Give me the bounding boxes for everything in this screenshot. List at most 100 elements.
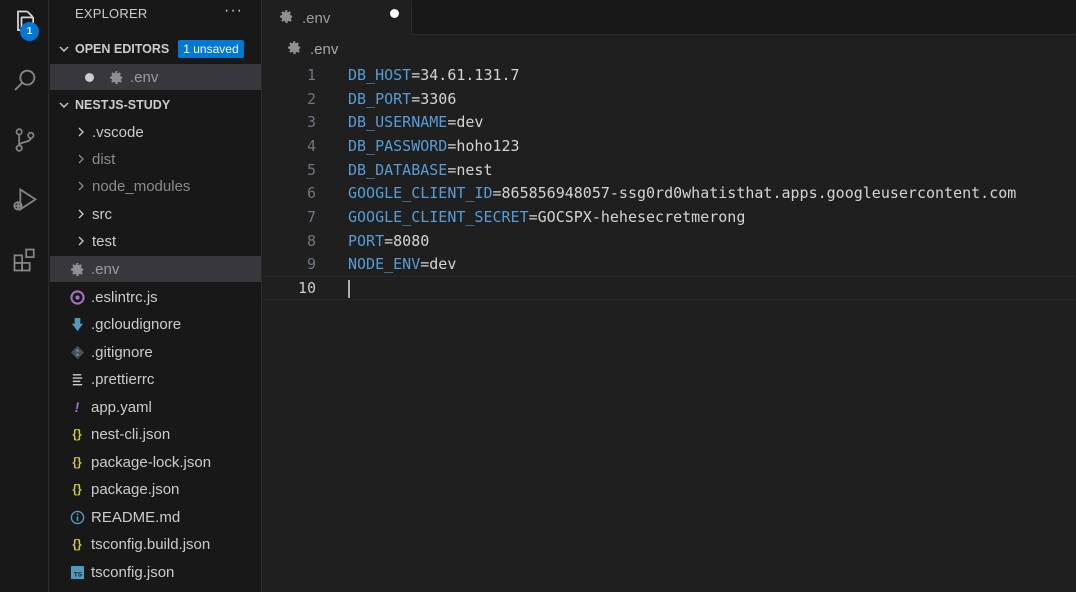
code-line: 8 PORT=8080 xyxy=(263,229,1076,253)
folder-dist[interactable]: dist xyxy=(50,146,261,172)
file-gcloudignore[interactable]: .gcloudignore xyxy=(50,311,261,337)
file-gitignore[interactable]: .gitignore xyxy=(50,339,261,365)
env-key: DB_PASSWORD xyxy=(348,136,448,155)
chevron-right-icon xyxy=(72,177,90,195)
folder-label: .vscode xyxy=(92,123,144,141)
text-cursor xyxy=(348,280,350,299)
line-number: 6 xyxy=(306,184,316,203)
equals-sign: = xyxy=(411,89,421,108)
file-app-yaml[interactable]: ! app.yaml xyxy=(50,394,261,420)
run-debug-icon xyxy=(11,186,39,217)
env-key: DB_USERNAME xyxy=(348,113,448,132)
file-eslintrc[interactable]: .eslintrc.js xyxy=(50,284,261,310)
folder-label: node_modules xyxy=(92,177,191,195)
breadcrumb: .env xyxy=(263,35,1076,63)
unsaved-badge: 1 unsaved xyxy=(178,40,244,58)
explorer-button[interactable]: 1 xyxy=(0,0,49,46)
code-editor[interactable]: 1 DB_HOST=34.61.131.7 2 DB_PORT=3306 3 D… xyxy=(263,62,1076,592)
json-braces-icon: {} xyxy=(72,455,82,469)
folder-label: test xyxy=(92,232,117,250)
code-line: 2 DB_PORT=3306 xyxy=(263,87,1076,111)
line-number: 4 xyxy=(306,136,316,155)
tab-label: .env xyxy=(302,9,331,27)
json-braces-icon: {} xyxy=(72,482,82,496)
line-number: 9 xyxy=(306,255,316,274)
chevron-right-icon xyxy=(72,150,90,168)
file-package-lock-json[interactable]: {} package-lock.json xyxy=(50,449,261,475)
open-editor-label: .env xyxy=(130,68,159,86)
open-editors-label: OPEN EDITORS xyxy=(75,42,170,56)
line-number: 2 xyxy=(306,89,316,108)
env-value: hoho123 xyxy=(456,136,520,155)
open-editor-item-env[interactable]: .env xyxy=(50,64,261,90)
env-value: GOCSPX-hehesecretmerong xyxy=(537,208,746,227)
file-label: tsconfig.build.json xyxy=(91,535,211,553)
code-line: 1 DB_HOST=34.61.131.7 xyxy=(263,63,1076,87)
gear-icon xyxy=(287,40,310,59)
env-key: NODE_ENV xyxy=(348,255,421,274)
env-value: 865856948057-ssg0rd0whatisthat.apps.goog… xyxy=(501,184,1017,203)
file-label: .gcloudignore xyxy=(91,315,182,333)
file-label: .prettierrc xyxy=(91,370,155,388)
chevron-down-icon xyxy=(55,96,73,114)
tab-env[interactable]: .env xyxy=(263,0,412,35)
code-line: 9 NODE_ENV=dev xyxy=(263,253,1076,277)
line-number: 10 xyxy=(297,279,316,298)
source-control-icon xyxy=(11,126,39,157)
equals-sign: = xyxy=(411,65,421,84)
unsaved-dot-icon[interactable] xyxy=(390,9,399,18)
folder-node-modules[interactable]: node_modules xyxy=(50,173,261,199)
file-label: .env xyxy=(91,260,120,278)
breadcrumb-label[interactable]: .env xyxy=(310,41,338,58)
json-braces-icon: {} xyxy=(72,537,82,551)
file-tsconfig-json[interactable]: TS tsconfig.json xyxy=(50,559,261,585)
unsaved-dot-icon xyxy=(85,72,94,82)
file-readme[interactable]: README.md xyxy=(50,504,261,530)
folder-src[interactable]: src xyxy=(50,201,261,227)
code-line: 7 GOOGLE_CLIENT_SECRET=GOCSPX-hehesecret… xyxy=(263,205,1076,229)
env-value: dev xyxy=(456,113,484,132)
code-line: 3 DB_USERNAME=dev xyxy=(263,110,1076,134)
env-key: DB_DATABASE xyxy=(348,160,448,179)
current-code-line: 10 xyxy=(263,276,1076,300)
chevron-down-icon xyxy=(55,40,73,58)
env-key: PORT xyxy=(348,231,385,250)
env-key: DB_HOST xyxy=(348,65,412,84)
equals-sign: = xyxy=(420,255,430,274)
chevron-right-icon xyxy=(72,205,90,223)
folder-test[interactable]: test xyxy=(50,228,261,254)
gear-icon xyxy=(68,260,86,278)
file-nest-cli-json[interactable]: {} nest-cli.json xyxy=(50,421,261,447)
file-prettierrc[interactable]: .prettierrc xyxy=(50,366,261,392)
env-value: dev xyxy=(429,255,457,274)
source-control-button[interactable] xyxy=(0,118,49,164)
code-line: 6 GOOGLE_CLIENT_ID=865856948057-ssg0rd0w… xyxy=(263,182,1076,206)
file-package-json[interactable]: {} package.json xyxy=(50,476,261,502)
project-header[interactable]: NESTJS-STUDY xyxy=(50,92,261,118)
search-icon xyxy=(11,66,39,97)
search-button[interactable] xyxy=(0,58,49,104)
env-key: GOOGLE_CLIENT_ID xyxy=(348,184,493,203)
eslint-icon xyxy=(68,288,86,306)
file-label: README.md xyxy=(91,508,181,526)
file-label: package.json xyxy=(91,480,180,498)
file-label: .eslintrc.js xyxy=(91,288,158,306)
info-icon xyxy=(68,508,86,526)
equals-sign: = xyxy=(528,208,538,227)
file-label: app.yaml xyxy=(91,398,152,416)
project-label: NESTJS-STUDY xyxy=(75,98,171,112)
extensions-button[interactable] xyxy=(0,238,49,284)
open-editors-header[interactable]: OPEN EDITORS 1 unsaved xyxy=(50,36,261,62)
folder-vscode[interactable]: .vscode xyxy=(50,119,261,145)
file-env[interactable]: .env xyxy=(50,256,261,282)
extensions-icon xyxy=(11,246,39,277)
run-debug-button[interactable] xyxy=(0,178,49,224)
file-label: nest-cli.json xyxy=(91,425,171,443)
folder-label: dist xyxy=(92,150,116,168)
typescript-icon: TS xyxy=(68,563,86,581)
more-actions-button[interactable]: ··· xyxy=(224,2,243,20)
line-number: 7 xyxy=(306,208,316,227)
lines-icon xyxy=(68,370,86,388)
sidebar-title: EXPLORER xyxy=(75,6,148,21)
file-tsconfig-build-json[interactable]: {} tsconfig.build.json xyxy=(50,531,261,557)
